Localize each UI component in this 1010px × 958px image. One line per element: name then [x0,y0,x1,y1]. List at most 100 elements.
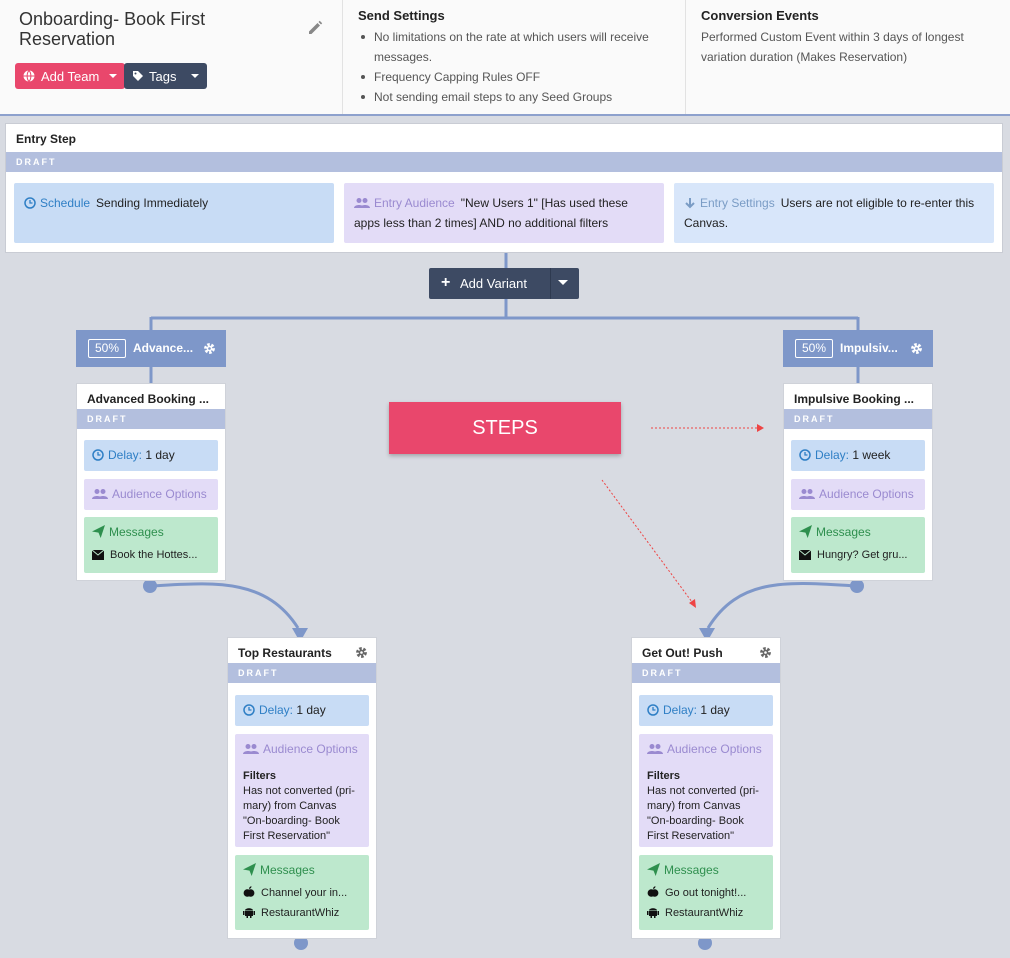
entry-audience-box[interactable]: Entry Audience "New Users 1" [Has used th… [344,183,664,243]
tags-button[interactable]: Tags [124,63,208,89]
variant-name: Impulsiv... [840,341,898,355]
ios-message-name: Channel your in... [261,887,348,899]
messages-box[interactable]: Messages Go out tonight!... RestaurantWh… [639,855,773,930]
android-message-name: RestaurantWhiz [665,907,744,919]
messages-box[interactable]: Messages Hungry? Get gru... [791,517,925,573]
annotation-arrowhead-icon [757,424,764,432]
step-title: Get Out! Push [642,646,723,660]
steps-annotation-banner: STEPS [389,402,621,454]
step-title: Advanced Booking ... [87,392,210,406]
users-icon [354,198,370,208]
arrow-down-icon [685,198,695,209]
edit-pencil-icon[interactable] [306,18,328,40]
gear-icon[interactable] [759,646,772,659]
gear-icon[interactable] [203,342,216,355]
filters-text: Has not converted (pri-mary) from Canvas… [243,785,355,842]
delay-box[interactable]: Delay: 1 day [84,440,218,471]
message-item[interactable]: Book the Hottes... [92,545,210,565]
add-team-button[interactable]: Add Team [15,63,126,89]
apple-icon [243,886,255,897]
delay-value: 1 day [296,703,326,717]
message-item[interactable]: Channel your in... [243,883,361,903]
send-setting-item: No limitations on the rate at which user… [358,27,676,67]
plus-icon: + [441,274,451,291]
gear-icon[interactable] [355,646,368,659]
audience-options-box[interactable]: Audience Options Filters Has not convert… [235,734,369,847]
entry-step[interactable]: Entry Step DRAFT Schedule Sending Immedia… [5,123,1003,253]
step-card-get-out-push[interactable]: Get Out! Push DRAFT Delay: 1 day Audienc… [631,637,781,939]
send-settings-section[interactable]: Send Settings No limitations on the rate… [343,0,686,114]
annotation-arrow [601,479,693,603]
delay-box[interactable]: Delay: 1 day [235,695,369,726]
status-badge: DRAFT [6,152,1002,172]
audience-options-box[interactable]: Audience Options [84,479,218,510]
status-badge: DRAFT [784,409,932,429]
step-card-impulsive-booking[interactable]: Impulsive Booking ... DRAFT Delay: 1 wee… [783,383,933,581]
messages-label: Messages [816,525,871,539]
canvas-title[interactable]: Onboarding- Book First Reservation [19,9,289,49]
android-icon [243,908,255,918]
messages-box[interactable]: Messages Book the Hottes... [84,517,218,573]
entry-settings-box[interactable]: Entry Settings Users are not eligible to … [674,183,994,243]
audience-options-box[interactable]: Audience Options Filters Has not convert… [639,734,773,847]
variant-header-1[interactable]: 50% Advance... [76,330,226,367]
filters-title: Filters [243,770,277,782]
gear-icon[interactable] [910,342,923,355]
entry-step-title: Entry Step [16,132,77,146]
variant-percentage[interactable]: 50% [88,339,126,358]
clock-icon [647,704,659,716]
messages-label: Messages [260,863,315,877]
audience-options-label: Audience Options [667,742,762,756]
audience-options-box[interactable]: Audience Options [791,479,925,510]
messages-label: Messages [109,525,164,539]
step-card-advanced-booking[interactable]: Advanced Booking ... DRAFT Delay: 1 day … [76,383,226,581]
send-setting-item: Frequency Capping Rules OFF [358,67,676,87]
annotation-arrowhead-icon [689,599,696,608]
step-title: Impulsive Booking ... [794,392,915,406]
apple-icon [647,886,659,897]
add-variant-button[interactable]: + Add Variant [429,268,579,299]
canvas-name-section: Onboarding- Book First Reservation Add T… [0,0,343,114]
send-settings-list: No limitations on the rate at which user… [358,27,676,107]
audience-options-label: Audience Options [263,742,358,756]
filters-title: Filters [647,770,681,782]
connector-curve [149,582,300,629]
messages-label: Messages [664,863,719,877]
envelope-icon [799,549,812,560]
paper-plane-icon [243,863,256,876]
ios-message-name: Go out tonight!... [665,887,747,899]
conversion-events-title: Conversion Events [701,8,819,23]
filters-text: Has not converted (pri-mary) from Canvas… [647,785,759,842]
step-title: Top Restaurants [238,646,332,660]
clock-icon [799,449,811,461]
delay-box[interactable]: Delay: 1 week [791,440,925,471]
messages-box[interactable]: Messages Channel your in... RestaurantWh… [235,855,369,930]
chevron-down-icon[interactable] [558,280,568,285]
delay-value: 1 week [852,448,891,462]
clock-icon [24,197,36,209]
message-item[interactable]: Go out tonight!... [647,883,765,903]
add-variant-label: Add Variant [460,276,527,291]
paper-plane-icon [92,525,105,538]
variant-name: Advance... [133,341,194,355]
variant-header-2[interactable]: 50% Impulsiv... [783,330,933,367]
step-card-top-restaurants[interactable]: Top Restaurants DRAFT Delay: 1 day Audie… [227,637,377,939]
delay-label: Delay: [815,448,850,462]
message-item[interactable]: RestaurantWhiz [243,903,361,923]
users-icon [243,744,259,754]
chevron-down-icon [109,74,118,78]
delay-value: 1 day [145,448,175,462]
conversion-events-section[interactable]: Conversion Events Performed Custom Event… [686,0,1010,114]
variant-percentage[interactable]: 50% [795,339,833,358]
message-item[interactable]: Hungry? Get gru... [799,545,917,565]
schedule-box[interactable]: Schedule Sending Immediately [14,183,334,243]
entry-settings-label: Entry Settings [700,196,775,210]
message-item[interactable]: RestaurantWhiz [647,903,765,923]
tags-label: Tags [149,68,177,84]
delay-box[interactable]: Delay: 1 day [639,695,773,726]
status-badge: DRAFT [632,663,780,683]
send-settings-title: Send Settings [358,8,445,23]
send-setting-item: Not sending email steps to any Seed Grou… [358,87,676,107]
audience-options-label: Audience Options [819,487,914,501]
android-message-name: RestaurantWhiz [261,907,340,919]
